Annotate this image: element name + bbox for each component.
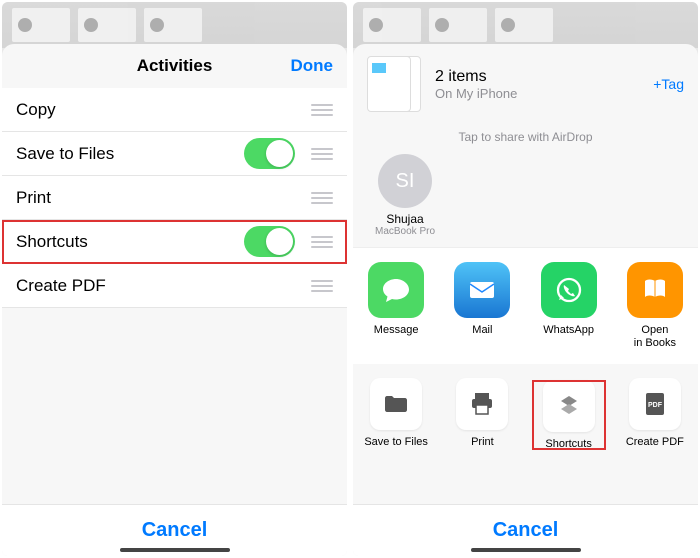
row-create-pdf[interactable]: Create PDF: [2, 264, 347, 308]
books-icon: [627, 262, 683, 318]
share-screen: 2 items On My iPhone +Tag Tap to share w…: [353, 2, 698, 556]
app-whatsapp[interactable]: WhatsApp: [530, 262, 608, 350]
row-save-to-files[interactable]: Save to Files: [2, 132, 347, 176]
row-shortcuts[interactable]: Shortcuts: [2, 220, 347, 264]
share-sheet: 2 items On My iPhone +Tag Tap to share w…: [353, 44, 698, 556]
action-shortcuts[interactable]: Shortcuts: [530, 378, 608, 452]
sheet-header: Activities Done: [2, 44, 347, 88]
svg-text:PDF: PDF: [648, 402, 663, 409]
toggle-switch[interactable]: [244, 138, 295, 169]
row-copy[interactable]: Copy: [2, 88, 347, 132]
activities-screen: Activities Done Copy Save to Files Print…: [2, 2, 347, 556]
background-docs: [2, 2, 347, 48]
action-create-pdf[interactable]: PDF Create PDF: [616, 378, 694, 452]
items-info: 2 items On My iPhone: [435, 68, 641, 101]
home-indicator[interactable]: [120, 548, 230, 552]
app-mail[interactable]: Mail: [443, 262, 521, 350]
home-indicator[interactable]: [471, 548, 581, 552]
cancel-button[interactable]: Cancel: [493, 519, 559, 541]
cancel-button[interactable]: Cancel: [142, 519, 208, 541]
action-save-to-files[interactable]: Save to Files: [357, 378, 435, 452]
sheet-title: Activities: [137, 56, 213, 76]
mail-icon: [454, 262, 510, 318]
action-row: Save to Files Print Shortcuts PDF Create…: [353, 364, 698, 466]
activities-list: Copy Save to Files Print Shortcuts Creat…: [2, 88, 347, 308]
printer-icon: [456, 378, 508, 430]
reorder-handle-icon[interactable]: [311, 192, 333, 204]
reorder-handle-icon[interactable]: [311, 104, 333, 116]
whatsapp-icon: [541, 262, 597, 318]
toggle-switch[interactable]: [244, 226, 295, 257]
airdrop-contact[interactable]: SI Shujaa MacBook Pro: [367, 154, 443, 237]
app-row: Message Mail WhatsApp Open in Books: [353, 247, 698, 364]
items-thumbnail: [367, 56, 423, 112]
airdrop-hint: Tap to share with AirDrop: [353, 124, 698, 150]
activities-sheet: Activities Done Copy Save to Files Print…: [2, 44, 347, 556]
avatar: SI: [378, 154, 432, 208]
app-message[interactable]: Message: [357, 262, 435, 350]
shortcuts-icon: [543, 380, 595, 432]
app-books[interactable]: Open in Books: [616, 262, 694, 350]
share-header: 2 items On My iPhone +Tag: [353, 44, 698, 124]
done-button[interactable]: Done: [291, 56, 334, 76]
reorder-handle-icon[interactable]: [311, 236, 333, 248]
pdf-icon: PDF: [629, 378, 681, 430]
airdrop-row: SI Shujaa MacBook Pro: [353, 150, 698, 247]
add-tag-button[interactable]: +Tag: [653, 76, 684, 92]
folder-icon: [370, 378, 422, 430]
background-docs: [353, 2, 698, 48]
row-print[interactable]: Print: [2, 176, 347, 220]
reorder-handle-icon[interactable]: [311, 280, 333, 292]
reorder-handle-icon[interactable]: [311, 148, 333, 160]
action-print[interactable]: Print: [443, 378, 521, 452]
message-icon: [368, 262, 424, 318]
